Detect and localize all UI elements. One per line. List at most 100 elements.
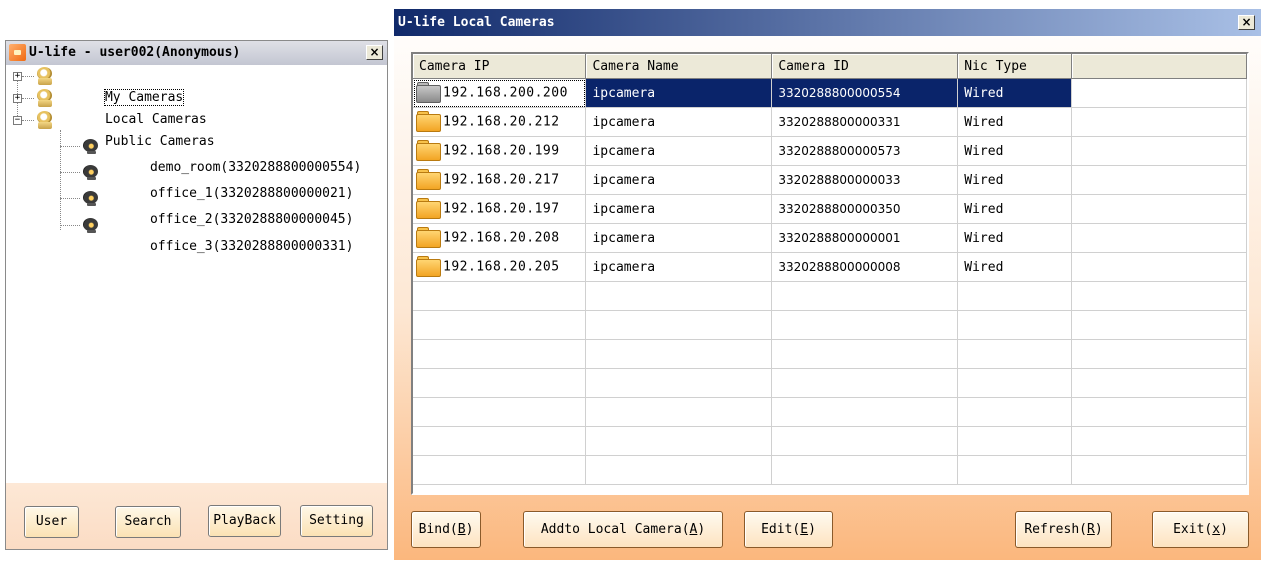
tree-item-camera[interactable]: office_2(3320288800000045) xyxy=(103,187,354,227)
empty-row xyxy=(413,310,1247,340)
column-header-camera-name[interactable]: Camera Name xyxy=(585,54,773,79)
user-button[interactable]: User xyxy=(24,506,79,538)
main-window-titlebar[interactable]: U-life - user002(Anonymous) × xyxy=(6,41,387,65)
setting-button[interactable]: Setting xyxy=(300,505,373,537)
column-header-filler xyxy=(1071,54,1247,79)
button-label: Addto Local Camera( xyxy=(540,522,690,537)
playback-button[interactable]: PlayBack xyxy=(208,505,281,537)
table-row[interactable]: 192.168.20.197 ipcamera 3320288800000350 Wi… xyxy=(413,194,1247,224)
close-button[interactable]: × xyxy=(366,45,383,60)
hotkey-letter: B xyxy=(457,522,466,537)
empty-row xyxy=(413,281,1247,311)
tree-item-public-cameras[interactable]: Public Cameras xyxy=(58,109,215,149)
tree-connector xyxy=(60,198,80,199)
exit-button[interactable]: Exit(x) xyxy=(1152,511,1249,548)
hotkey-letter: E xyxy=(800,522,809,537)
tree-item-local-cameras[interactable]: Local Cameras xyxy=(58,87,207,127)
folder-icon xyxy=(416,140,442,162)
empty-cell xyxy=(413,426,587,456)
folder-icon xyxy=(416,111,442,133)
empty-cell xyxy=(957,281,1073,311)
refresh-button[interactable]: Refresh(R) xyxy=(1015,511,1112,548)
camera-icon xyxy=(81,216,99,234)
cell-filler xyxy=(1071,136,1247,166)
empty-cell xyxy=(413,310,587,340)
empty-cell xyxy=(1071,368,1247,398)
tree-item-camera[interactable]: office_1(3320288800000021) xyxy=(103,161,354,201)
expand-my-cameras-button[interactable]: + xyxy=(13,72,22,81)
add-to-local-camera-button[interactable]: Addto Local Camera(A) xyxy=(523,511,723,548)
empty-cell xyxy=(413,281,587,311)
cell-camera-name: ipcamera xyxy=(585,252,773,282)
table-row[interactable]: 192.168.20.217 ipcamera 3320288800000033 Wi… xyxy=(413,165,1247,195)
empty-cell xyxy=(585,310,773,340)
cell-nic-type: Wired xyxy=(957,165,1073,195)
table-row[interactable]: 192.168.20.199 ipcamera 3320288800000573 Wi… xyxy=(413,136,1247,166)
cell-camera-ip: 192.168.20.217 xyxy=(413,165,587,195)
table-row[interactable]: 192.168.20.212 ipcamera 3320288800000331 Wi… xyxy=(413,107,1247,137)
collapse-public-cameras-button[interactable]: − xyxy=(13,116,22,125)
tree-connector xyxy=(22,120,34,121)
empty-cell xyxy=(957,426,1073,456)
camera-icon xyxy=(81,137,99,155)
tree-connector xyxy=(60,225,80,226)
empty-cell xyxy=(1071,310,1247,340)
empty-cell xyxy=(771,368,959,398)
bind-button[interactable]: Bind(B) xyxy=(411,511,481,548)
tree-connector xyxy=(22,76,34,77)
cell-camera-id: 3320288800000001 xyxy=(771,223,959,253)
camera-group-icon xyxy=(35,66,55,86)
local-cameras-dialog: U-life Local Cameras × Camera IP Camera … xyxy=(394,9,1261,560)
table-row[interactable]: 192.168.20.208 ipcamera 3320288800000001 Wi… xyxy=(413,223,1247,253)
empty-row xyxy=(413,455,1247,485)
cell-camera-id: 3320288800000573 xyxy=(771,136,959,166)
cell-filler xyxy=(1071,107,1247,137)
tree-item-camera[interactable]: office_3(3320288800000331) xyxy=(103,214,354,254)
search-button[interactable]: Search xyxy=(115,506,181,538)
empty-row xyxy=(413,426,1247,456)
cell-filler xyxy=(1071,78,1247,108)
camera-ip-text: 192.168.200.200 xyxy=(443,85,568,101)
column-header-camera-id[interactable]: Camera ID xyxy=(771,54,959,79)
main-window: U-life - user002(Anonymous) × + My Camer… xyxy=(5,40,388,550)
column-header-camera-ip[interactable]: Camera IP xyxy=(413,54,587,79)
cell-filler xyxy=(1071,165,1247,195)
expand-local-cameras-button[interactable]: + xyxy=(13,94,22,103)
close-button[interactable]: × xyxy=(1238,15,1255,30)
empty-cell xyxy=(957,339,1073,369)
camera-ip-text: 192.168.20.205 xyxy=(443,259,560,275)
column-header-nic-type[interactable]: Nic Type xyxy=(957,54,1073,79)
camera-group-icon xyxy=(35,110,55,130)
folder-icon xyxy=(416,169,442,191)
empty-cell xyxy=(957,397,1073,427)
button-label-end: ) xyxy=(697,522,706,537)
tree-item-label: office_3(3320288800000331) xyxy=(149,239,354,254)
hotkey-letter: x xyxy=(1212,522,1221,537)
tree-item-my-cameras[interactable]: My Cameras xyxy=(58,65,185,106)
camera-icon xyxy=(81,163,99,181)
cell-camera-ip: 192.168.20.208 xyxy=(413,223,587,253)
cell-nic-type: Wired xyxy=(957,252,1073,282)
tree-item-camera[interactable]: demo_room(3320288800000554) xyxy=(103,135,361,175)
cell-camera-id: 3320288800000033 xyxy=(771,165,959,195)
dialog-titlebar[interactable]: U-life Local Cameras × xyxy=(394,9,1261,36)
cell-camera-id: 3320288800000554 xyxy=(771,78,959,108)
table-row[interactable]: 192.168.200.200 ipcamera 3320288800000554 W… xyxy=(413,78,1247,108)
main-window-title: U-life - user002(Anonymous) xyxy=(29,45,241,60)
empty-cell xyxy=(771,281,959,311)
empty-cell xyxy=(413,368,587,398)
empty-cell xyxy=(1071,426,1247,456)
empty-cell xyxy=(413,397,587,427)
empty-cell xyxy=(585,426,773,456)
camera-ip-text: 192.168.20.212 xyxy=(443,114,560,130)
camera-ip-text: 192.168.20.208 xyxy=(443,230,560,246)
tree-connector xyxy=(22,98,34,99)
edit-button[interactable]: Edit(E) xyxy=(744,511,833,548)
empty-cell xyxy=(771,310,959,340)
camera-list[interactable]: Camera IP Camera Name Camera ID Nic Type… xyxy=(411,52,1249,495)
empty-cell xyxy=(1071,281,1247,311)
button-label-end: ) xyxy=(808,522,816,537)
table-row[interactable]: 192.168.20.205 ipcamera 3320288800000008 Wi… xyxy=(413,252,1247,282)
camera-icon xyxy=(81,189,99,207)
empty-cell xyxy=(585,455,773,485)
